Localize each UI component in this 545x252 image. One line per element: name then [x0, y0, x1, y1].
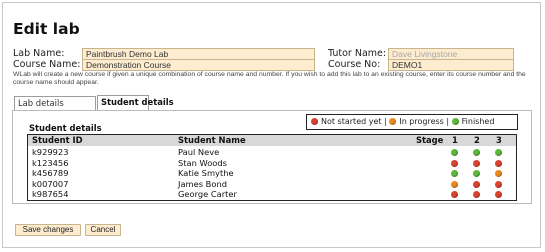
stage-1-status-finished-icon [451, 170, 458, 178]
page-title: Edit lab [13, 20, 80, 38]
status-legend: Not started yet | In progress | Finished [306, 114, 518, 130]
student-name: George Carter [178, 189, 237, 200]
student-name: Stan Woods [178, 157, 227, 168]
course-no-input[interactable]: DEMO1 [388, 59, 514, 71]
student-name: Paul Neve [178, 147, 220, 157]
col-student-name: Student Name [178, 135, 246, 145]
in-progress-dot-icon [389, 118, 397, 125]
table-row: k929923 Paul Neve [28, 147, 516, 158]
stage-2-status-finished-icon [473, 170, 480, 178]
student-id: k123456 [32, 157, 69, 168]
table-row: k123456 Stan Woods [28, 158, 516, 169]
not-started-dot-icon [311, 118, 318, 125]
legend-separator: | [446, 117, 450, 126]
table-row: k456789 Katie Smythe [28, 168, 516, 179]
col-stage: Stage [416, 135, 444, 145]
students-table: Student ID Student Name Stage 1 2 3 k929… [27, 134, 517, 201]
course-no-label: Course No: [328, 59, 381, 70]
stage-3-status-in-progress-icon [495, 170, 502, 178]
course-name-input[interactable]: Demonstration Course [82, 59, 315, 71]
cancel-button[interactable]: Cancel [85, 224, 121, 236]
legend-in-progress: In progress [399, 117, 444, 126]
col-stage-1: 1 [452, 135, 458, 145]
student-id: k007007 [32, 178, 69, 189]
stage-3-status-not-started-icon [495, 180, 502, 188]
tab-lab-details[interactable]: Lab details [14, 96, 96, 110]
legend-finished: Finished [461, 117, 495, 126]
student-name: Katie Smythe [178, 168, 234, 179]
lab-name-label: Lab Name: [13, 48, 65, 59]
stage-2-status-not-started-icon [473, 191, 480, 199]
stage-1-status-finished-icon [451, 149, 458, 156]
col-student-id: Student ID [32, 135, 83, 145]
student-id: k456789 [32, 168, 69, 179]
student-details-heading: Student details [29, 123, 102, 133]
col-stage-2: 2 [474, 135, 480, 145]
stage-2-status-finished-icon [473, 149, 480, 156]
stage-1-status-in-progress-icon [451, 180, 458, 188]
legend-not-started: Not started yet [321, 117, 382, 126]
stage-3-status-not-started-icon [495, 159, 502, 167]
student-name: James Bond [178, 178, 227, 189]
save-changes-button[interactable]: Save changes [15, 224, 81, 236]
student-id: k987654 [32, 189, 69, 200]
student-id: k929923 [32, 147, 69, 157]
course-name-label: Course Name: [13, 59, 81, 70]
stage-3-status-finished-icon [495, 149, 502, 156]
table-row: k007007 James Bond [28, 179, 516, 190]
col-stage-3: 3 [496, 135, 502, 145]
table-row: k987654 George Carter [28, 189, 516, 200]
stage-2-status-not-started-icon [473, 159, 480, 167]
finished-dot-icon [451, 118, 459, 125]
stage-3-status-not-started-icon [495, 191, 502, 199]
tab-student-details[interactable]: Student details [97, 95, 174, 110]
stage-1-status-not-started-icon [451, 191, 458, 199]
students-table-header: Student ID Student Name Stage 1 2 3 [28, 135, 516, 146]
tutor-name-label: Tutor Name: [328, 48, 387, 59]
course-help-text: WLab will create a new course if given a… [13, 71, 526, 87]
stage-1-status-not-started-icon [451, 159, 458, 167]
stage-2-status-not-started-icon [473, 180, 480, 188]
legend-separator: | [384, 117, 387, 126]
